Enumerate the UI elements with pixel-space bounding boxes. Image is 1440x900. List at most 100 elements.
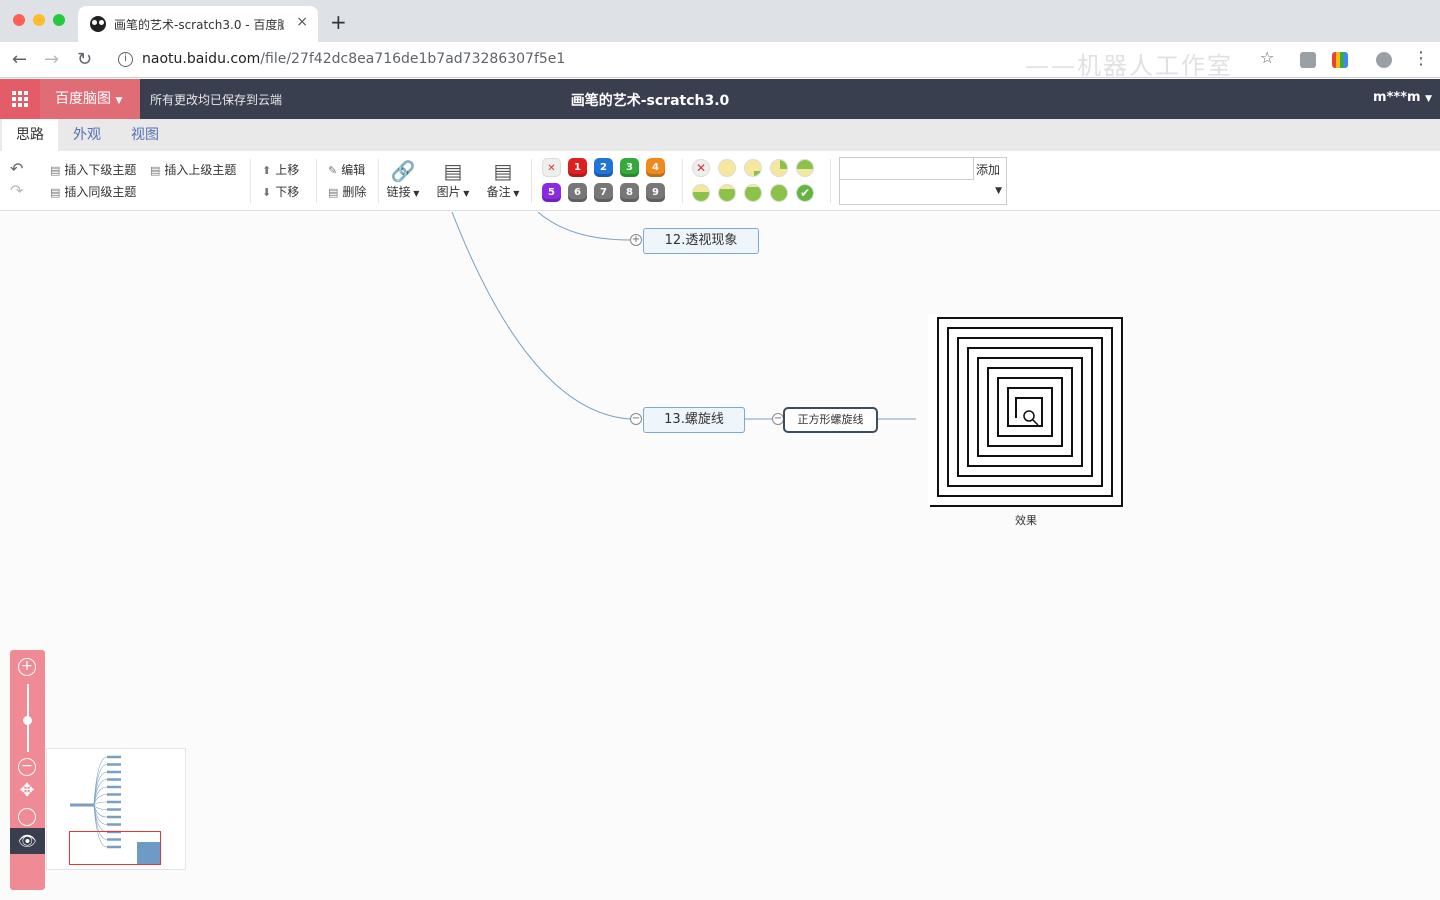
note-label: 备注 — [486, 185, 511, 199]
divider — [378, 159, 379, 203]
minimize-window-button[interactable] — [33, 14, 45, 26]
progress-0-button[interactable] — [718, 159, 736, 177]
locate-icon[interactable] — [18, 808, 36, 826]
new-tab-button[interactable]: + — [330, 12, 347, 32]
divider — [531, 159, 532, 203]
image-icon: ▤ — [443, 159, 463, 183]
progress-3-button[interactable] — [796, 159, 814, 177]
remove-progress-button[interactable]: ✕ — [692, 159, 710, 177]
tab-view[interactable]: 视图 — [117, 119, 173, 151]
bookmark-star-icon[interactable]: ☆ — [1260, 48, 1274, 67]
note-button[interactable]: ▤ 备注 ▼ — [483, 159, 523, 200]
link-icon: 🔗 — [390, 159, 416, 183]
divider — [250, 159, 251, 203]
progress-fill — [771, 185, 787, 201]
collapse-node-icon[interactable]: − — [630, 413, 642, 425]
resource-dropdown[interactable]: ▼ — [840, 182, 1006, 204]
insert-sibling-button[interactable]: ▤ 插入同级主题 — [50, 183, 136, 200]
back-arrow-icon[interactable]: ← — [12, 49, 27, 70]
mindmap-canvas[interactable]: + 12.透视现象 − 13.螺旋线 − 正方形螺旋线 效果 — [0, 212, 1440, 900]
brand-menu-button[interactable]: 百度脑图 ▼ — [40, 79, 140, 119]
progress-2-button[interactable] — [770, 159, 788, 177]
progress-1-button[interactable] — [744, 159, 762, 177]
redo-icon[interactable]: ↷ — [10, 181, 23, 200]
mindmap-node-selected[interactable]: 正方形螺旋线 — [783, 407, 878, 433]
edit-button[interactable]: ✎ 编辑 — [328, 161, 365, 178]
forward-arrow-icon[interactable]: → — [44, 49, 59, 70]
resource-input[interactable] — [840, 158, 974, 180]
resource-panel: 添加 ▼ — [839, 157, 1007, 205]
priority-9-button[interactable]: 9 — [646, 183, 665, 202]
priority-5-button[interactable]: 5 — [542, 183, 561, 202]
connector-lines — [451, 212, 916, 420]
progress-6-button[interactable] — [744, 184, 762, 202]
user-name: m***m — [1373, 90, 1421, 105]
zoom-out-button[interactable]: − — [18, 758, 36, 776]
browser-toolbar: ← → ↻ i naotu.baidu.com/file/27f42dc8ea7… — [0, 42, 1440, 80]
connector-line — [451, 212, 631, 420]
delete-button[interactable]: ▤ 删除 — [328, 183, 366, 200]
app-grid-icon[interactable] — [0, 79, 40, 119]
priority-1-button[interactable]: 1 — [568, 158, 587, 177]
resource-add-button[interactable]: 添加 — [976, 161, 1000, 178]
progress-5-button[interactable] — [718, 184, 736, 202]
close-window-button[interactable] — [13, 14, 25, 26]
expand-node-icon[interactable]: + — [630, 234, 642, 246]
progress-fill — [745, 187, 761, 201]
priority-6-button[interactable]: 6 — [568, 183, 587, 202]
note-icon: ▤ — [493, 159, 513, 183]
insert-parent-button[interactable]: ▤ 插入上级主题 — [150, 161, 236, 178]
browser-menu-icon[interactable]: ⋮ — [1412, 48, 1430, 69]
mindmap-node[interactable]: 13.螺旋线 — [643, 407, 745, 433]
mindmap-node[interactable]: 12.透视现象 — [643, 228, 759, 254]
insert-child-button[interactable]: ▤ 插入下级主题 — [50, 161, 136, 178]
minimap-branch — [93, 804, 108, 810]
move-icon[interactable]: ✥ — [18, 782, 36, 802]
maximize-window-button[interactable] — [53, 14, 65, 26]
progress-7-button[interactable] — [770, 184, 788, 202]
minimap[interactable] — [46, 748, 186, 870]
extension-cloud-icon[interactable] — [1300, 52, 1316, 68]
square-spiral-image[interactable] — [928, 314, 1124, 510]
url-host: naotu.baidu.com — [142, 51, 261, 67]
priority-2-button[interactable]: 2 — [594, 158, 613, 177]
zoom-in-button[interactable]: + — [18, 658, 36, 676]
remove-priority-button[interactable]: ✕ — [542, 158, 561, 177]
insert-child-icon: ▤ — [50, 164, 61, 177]
move-up-button[interactable]: ⬆ 上移 — [262, 161, 299, 178]
user-menu[interactable]: m***m ▼ — [1373, 90, 1432, 105]
url-path: /file/27f42dc8ea716de1b7ad73286307f5e1 — [260, 51, 566, 67]
url-text[interactable]: naotu.baidu.com/file/27f42dc8ea716de1b7a… — [142, 51, 565, 67]
extension-colorful-icon[interactable] — [1332, 52, 1348, 68]
insert-child-label: 插入下级主题 — [64, 163, 137, 177]
divider — [682, 159, 683, 203]
progress-fill — [780, 160, 787, 169]
priority-8-button[interactable]: 8 — [620, 183, 639, 202]
ribbon-toolbar: ↶ ↷ ▤ 插入下级主题 ▤ 插入上级主题 ▤ 插入同级主题 ⬆ 上移 ⬇ 下移 ✎ 编辑 … — [0, 151, 1440, 211]
tab-close-icon[interactable]: × — [296, 14, 308, 30]
tab-thinking[interactable]: 思路 — [2, 119, 58, 151]
progress-fill — [693, 192, 709, 201]
caret-down-icon: ▼ — [1425, 94, 1432, 104]
priority-7-button[interactable]: 7 — [594, 183, 613, 202]
priority-3-button[interactable]: 3 — [620, 158, 639, 177]
delete-label: 删除 — [342, 185, 367, 199]
browser-tab[interactable]: 画笔的艺术-scratch3.0 - 百度脑图 × — [78, 6, 318, 42]
document-title[interactable]: 画笔的艺术-scratch3.0 — [520, 90, 780, 110]
minimap-viewport[interactable] — [69, 831, 161, 865]
reload-icon[interactable]: ↻ — [77, 49, 92, 70]
info-icon[interactable]: i — [118, 52, 133, 67]
extension-globe-icon[interactable] — [1376, 52, 1392, 68]
link-button[interactable]: 🔗 链接 ▼ — [383, 159, 423, 200]
move-down-button[interactable]: ⬇ 下移 — [262, 183, 299, 200]
eye-icon[interactable]: 👁 — [10, 828, 45, 854]
tab-appearance[interactable]: 外观 — [59, 119, 115, 151]
zoom-slider-handle[interactable] — [23, 716, 32, 725]
progress-done-button[interactable]: ✔ — [796, 184, 814, 202]
progress-4-button[interactable] — [692, 184, 710, 202]
image-button[interactable]: ▤ 图片 ▼ — [433, 159, 473, 200]
tab-title: 画笔的艺术-scratch3.0 - 百度脑图 — [114, 18, 284, 32]
undo-icon[interactable]: ↶ — [10, 159, 23, 178]
priority-4-button[interactable]: 4 — [646, 158, 665, 177]
edit-label: 编辑 — [341, 163, 366, 177]
